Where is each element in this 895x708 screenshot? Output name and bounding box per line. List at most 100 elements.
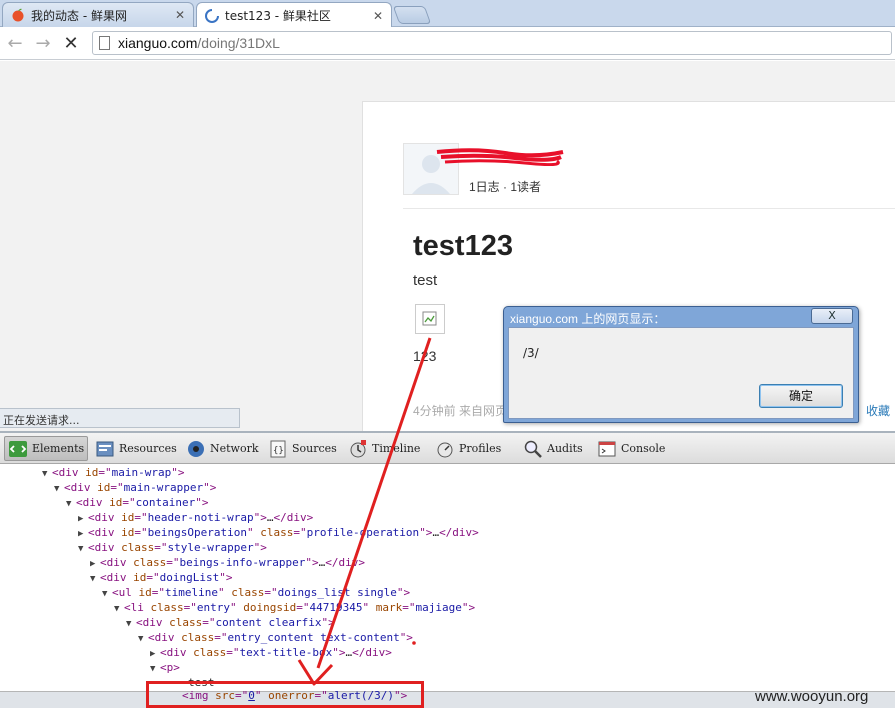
dom-token: class [181, 631, 215, 644]
tab-close-icon[interactable]: ✕ [175, 8, 185, 22]
dom-token: beings-info-wrapper [179, 556, 306, 569]
fruit-favicon-icon [12, 8, 24, 22]
dom-node-line[interactable]: ▼ <div class="style-wrapper"> [78, 540, 267, 555]
dom-token: <p> [160, 661, 180, 674]
network-icon [188, 440, 204, 457]
dom-node-line[interactable]: ▼ <div class="content clearfix"> [126, 615, 335, 630]
dom-token: =" [134, 511, 148, 524]
expand-down-triangle-icon[interactable]: ▼ [78, 542, 88, 557]
dom-token: main-wrap [111, 466, 172, 479]
dom-node-line[interactable]: ▼ <p> [150, 660, 180, 675]
forward-arrow-icon[interactable]: → [32, 33, 54, 54]
status-bubble: 正在发送请求... [0, 408, 240, 428]
dom-token: <div [76, 496, 110, 509]
tab-close-icon[interactable]: ✕ [373, 9, 383, 23]
url-path: /doing/31DxL [197, 35, 280, 51]
expand-down-triangle-icon[interactable]: ▼ [138, 632, 148, 647]
dialog-body: /3/ 确定 [508, 327, 854, 419]
dom-token: id [121, 526, 135, 539]
devtools-tab-resources[interactable]: Resources [92, 436, 180, 461]
devtools-tab-label: Resources [119, 442, 177, 455]
dom-node-line[interactable]: ▶ <div id="header-noti-wrap">…</div> [78, 510, 313, 525]
dom-node-line[interactable]: ▼ <div class="entry_content text-content"… [138, 630, 413, 645]
devtools-tab-label: Elements [32, 442, 85, 455]
dom-token: majiage [415, 601, 462, 614]
devtools-tab-label: Timeline [372, 442, 421, 455]
devtools-tab-label: Network [210, 442, 259, 455]
post-meta: 4分钟前 来自网页 [413, 404, 508, 418]
dom-node-line[interactable]: ▼ <div id="doingList"> [90, 570, 232, 585]
annotation-highlight-box [146, 681, 424, 708]
devtools-tab-elements[interactable]: Elements [4, 436, 89, 461]
expand-down-triangle-icon[interactable]: ▼ [90, 572, 100, 587]
devtools-tab-profiles[interactable]: Profiles [432, 436, 504, 461]
dom-token: =" [226, 646, 240, 659]
dom-node-line[interactable]: ▶ <div class="beings-info-wrapper">…</div… [90, 555, 365, 570]
dom-token: </div> [439, 526, 479, 539]
dom-token: <div [52, 466, 86, 479]
devtools-tab-label: Console [621, 442, 666, 455]
dom-token: =" [154, 541, 168, 554]
expand-down-triangle-icon[interactable]: ▼ [54, 482, 64, 497]
dom-token: class [121, 541, 155, 554]
dom-token: =" [214, 631, 228, 644]
devtools-tab-audits[interactable]: Audits [520, 436, 586, 461]
expand-down-triangle-icon[interactable]: ▼ [102, 587, 112, 602]
collect-link[interactable]: 收藏 [866, 402, 890, 419]
expand-down-triangle-icon[interactable]: ▼ [42, 467, 52, 482]
dom-token: id [138, 586, 152, 599]
dom-token: "> [305, 556, 319, 569]
dom-node-line[interactable]: ▼ <li class="entry" doingsid="44719345" m… [114, 600, 475, 615]
divider [403, 208, 895, 209]
new-tab-button[interactable] [392, 6, 432, 24]
dom-token: id [109, 496, 123, 509]
dom-token: <div [64, 481, 98, 494]
dom-token: class [133, 556, 167, 569]
tab-my-feed[interactable]: 我的动态 - 鲜果网 ✕ [2, 2, 194, 27]
address-bar[interactable]: xianguo.com/doing/31DxL [92, 31, 892, 55]
expand-down-triangle-icon[interactable]: ▼ [126, 617, 136, 632]
dom-token: class [260, 526, 294, 539]
devtools-tab-timeline[interactable]: Timeline [345, 436, 423, 461]
dom-token: mark [375, 601, 403, 614]
dom-token: =" [122, 496, 136, 509]
expand-down-triangle-icon[interactable]: ▼ [114, 602, 124, 617]
tab-title: 我的动态 - 鲜果网 [31, 8, 127, 23]
url-host: xianguo.com [118, 35, 198, 51]
dom-token: style-wrapper [167, 541, 254, 554]
sources-icon: {} [270, 440, 286, 457]
dom-token: <div [88, 511, 122, 524]
dom-token: beingsOperation [147, 526, 247, 539]
dom-token: =" [293, 526, 307, 539]
dom-node-line[interactable]: ▶ <div id="beingsOperation" class="profil… [78, 525, 479, 540]
dom-token: =" [264, 586, 278, 599]
stop-loading-icon[interactable]: ✕ [60, 33, 82, 54]
dialog-ok-button[interactable]: 确定 [759, 384, 843, 408]
devtools-tab-network[interactable]: Network [183, 436, 262, 461]
dom-token: entry [196, 601, 230, 614]
dom-token: container [135, 496, 196, 509]
dom-token: text-title-box [239, 646, 333, 659]
dom-token: =" [110, 481, 124, 494]
dom-node-line[interactable]: ▶ <div class="text-title-box">…</div> [150, 645, 392, 660]
devtools-tab-console[interactable]: Console [594, 436, 668, 461]
dom-tree-panel[interactable]: ▼ <div id="main-wrap"> ▼ <div id="main-wrap… [0, 465, 895, 708]
watermark: www.wooyun.org [755, 688, 869, 705]
devtools-tab-sources[interactable]: {} Sources [265, 436, 340, 461]
dialog-title: xianguo.com 上的网页显示： [510, 312, 666, 326]
dom-token: class [193, 646, 227, 659]
page-icon [99, 36, 110, 50]
expand-down-triangle-icon[interactable]: ▼ [150, 662, 160, 677]
dom-node-line[interactable]: ▼ <div id="container"> [66, 495, 208, 510]
dom-node-line[interactable]: ▼ <ul id="timeline" class="doings_list si… [102, 585, 410, 600]
dom-token: =" [151, 586, 165, 599]
dom-token: =" [166, 556, 180, 569]
svg-text:{}: {} [273, 446, 284, 456]
expand-down-triangle-icon[interactable]: ▼ [66, 497, 76, 512]
dom-node-line[interactable]: ▼ <div id="main-wrapper"> [54, 480, 216, 495]
tab-test123[interactable]: test123 - 鲜果社区 ✕ [196, 2, 392, 28]
dialog-close-button[interactable]: X [811, 308, 853, 324]
back-arrow-icon[interactable]: ← [4, 33, 26, 54]
dom-node-line[interactable]: ▼ <div id="main-wrap"> [42, 465, 184, 480]
dom-token: class [169, 616, 203, 629]
